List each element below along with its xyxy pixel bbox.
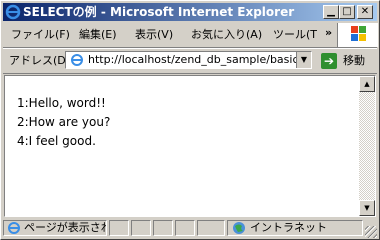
status-text: ページが表示され [24, 221, 106, 234]
status-cell [131, 220, 151, 236]
resize-grip[interactable] [365, 226, 377, 238]
address-input[interactable]: http://localhost/zend_db_sample/basic_s … [65, 51, 312, 69]
menu-edit[interactable]: 編集(E) [79, 27, 117, 43]
minimize-button[interactable]: ▁ [323, 5, 339, 19]
content-line: 2:How are you? [17, 115, 111, 129]
menu-view[interactable]: 表示(V) [135, 27, 173, 43]
scroll-up-button[interactable]: ▲ [359, 76, 375, 92]
menu-file[interactable]: ファイル(F) [11, 27, 70, 43]
page-status-icon [8, 222, 20, 234]
scroll-down-button[interactable]: ▼ [359, 200, 375, 216]
windows-flag-icon [351, 26, 366, 41]
go-button[interactable]: ➔ 移動 [321, 52, 371, 70]
scroll-down-icon: ▼ [364, 204, 370, 212]
content-lines: 1:Hello, word!! 2:How are you? 4:I feel … [17, 94, 110, 151]
go-arrow-icon: ➔ [321, 53, 337, 69]
content-line: 4:I feel good. [17, 134, 96, 148]
zone-text: イントラネット [250, 221, 327, 234]
dropdown-arrow-icon: ▼ [300, 55, 308, 64]
menu-overflow-chevron[interactable]: » [325, 26, 332, 39]
browser-window: SELECTの例 - Microsoft Internet Explorer ▁… [0, 0, 380, 240]
ie-icon [5, 4, 21, 20]
status-cell [175, 220, 195, 236]
page-content: 1:Hello, word!! 2:How are you? 4:I feel … [4, 75, 376, 217]
status-cell [197, 220, 225, 236]
go-label: 移動 [343, 54, 365, 67]
close-icon: ✕ [360, 6, 370, 17]
intranet-zone-icon [233, 222, 245, 234]
close-button[interactable]: ✕ [357, 5, 373, 19]
maximize-button[interactable]: □ [339, 5, 355, 19]
status-bar: ページが表示され イントラネット [3, 218, 377, 238]
content-line: 1:Hello, word!! [17, 96, 106, 110]
page-icon [71, 54, 83, 66]
window-title: SELECTの例 - Microsoft Internet Explorer [23, 5, 295, 19]
minimize-icon: ▁ [327, 6, 335, 17]
maximize-icon: □ [342, 6, 352, 17]
menu-bar: ファイル(F) 編集(E) 表示(V) お気に入り(A) ツール(T » [3, 23, 378, 48]
menu-favorites[interactable]: お気に入り(A) [191, 27, 262, 43]
windows-logo [337, 23, 378, 47]
address-url: http://localhost/zend_db_sample/basic_s [88, 53, 298, 66]
title-bar[interactable]: SELECTの例 - Microsoft Internet Explorer ▁… [3, 3, 377, 21]
status-cell [153, 220, 173, 236]
menu-tools[interactable]: ツール(T [273, 27, 321, 43]
zone-cell: イントラネット [227, 220, 363, 236]
address-dropdown-button[interactable]: ▼ [296, 52, 311, 68]
address-bar: アドレス(D) http://localhost/zend_db_sample/… [3, 48, 377, 74]
address-label: アドレス(D) [9, 54, 71, 67]
scroll-up-icon: ▲ [364, 80, 370, 88]
status-main-cell: ページが表示され [3, 220, 107, 236]
vertical-scrollbar[interactable]: ▲ ▼ [359, 76, 375, 216]
status-cell [109, 220, 129, 236]
